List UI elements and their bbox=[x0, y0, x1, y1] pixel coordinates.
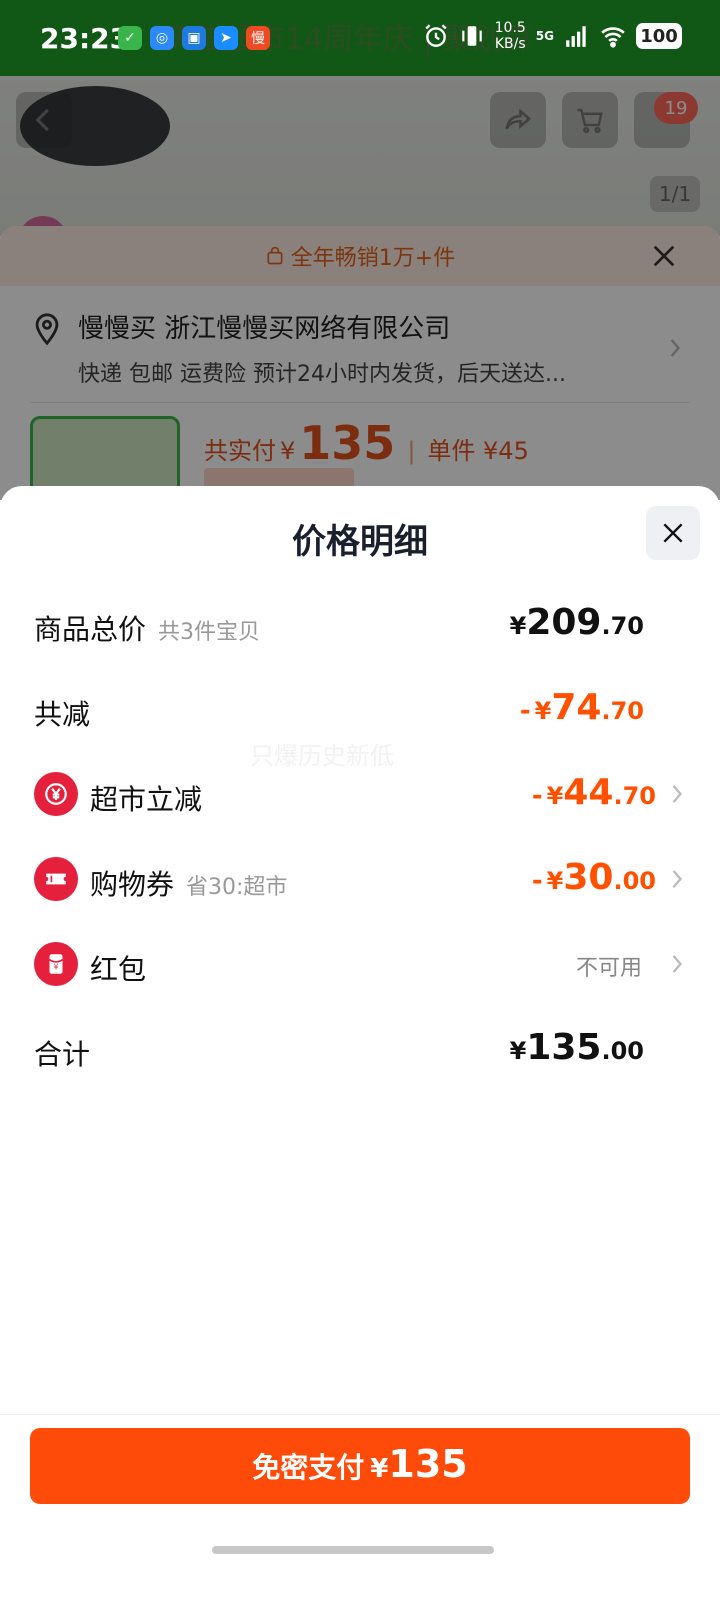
total-reduction-label: 共减 bbox=[34, 698, 91, 731]
subtotal-label: 合计 bbox=[34, 1038, 91, 1071]
goods-total-amount: ¥209.70 bbox=[510, 602, 644, 643]
status-bar: 23:23 ✓ ◎ ▣ ➤ 慢 10.5 KB/s 5G 100 bbox=[0, 0, 720, 76]
coupon-label: 购物券 省30:超市 bbox=[90, 863, 287, 903]
status-time: 23:23 bbox=[40, 22, 130, 55]
vibrate-icon bbox=[461, 26, 482, 46]
minus-sign: - bbox=[531, 866, 543, 896]
price-detail-modal: 价格明细 只爆历史新低 商品总价 共3件宝贝 ¥209.70 共减 - ¥74.70… bbox=[0, 486, 720, 1600]
close-icon bbox=[663, 523, 683, 543]
divider bbox=[0, 1414, 720, 1415]
supermarket-discount-amount: - ¥44.70 bbox=[532, 772, 656, 813]
amount-decimal: .70 bbox=[613, 782, 656, 810]
notification-icons: ✓ ◎ ▣ ➤ 慢 bbox=[118, 26, 270, 50]
home-indicator[interactable] bbox=[212, 1546, 494, 1554]
currency-symbol: ¥ bbox=[546, 782, 564, 810]
amount-decimal: .70 bbox=[601, 697, 644, 725]
goods-total-label: 商品总价 共3件宝贝 bbox=[34, 608, 260, 648]
subtotal-row: 合计 ¥135.00 bbox=[34, 1021, 686, 1081]
amount-integer: 135 bbox=[526, 1027, 602, 1068]
supermarket-discount-label: 超市立减 bbox=[90, 783, 203, 816]
red-packet-label: 红包 bbox=[90, 953, 147, 986]
amount-decimal: .00 bbox=[601, 1037, 644, 1065]
coupon-detail: 省30:超市 bbox=[186, 875, 288, 900]
alarm-icon bbox=[425, 24, 447, 47]
minus-sign: - bbox=[531, 781, 543, 811]
chevron-right-icon bbox=[672, 955, 683, 973]
red-packet-row[interactable]: ¥ 红包 不可用 bbox=[34, 936, 686, 996]
network-speed-value: 10.5 bbox=[494, 20, 526, 36]
chat-icon: ◎ bbox=[150, 26, 174, 50]
minus-sign: - bbox=[519, 696, 531, 726]
modal-title: 价格明细 bbox=[292, 522, 428, 562]
coupon-label-text: 购物券 bbox=[90, 868, 175, 901]
amount-decimal: .00 bbox=[613, 867, 656, 895]
amount-integer: 209 bbox=[526, 602, 602, 643]
chevron-right-icon bbox=[672, 870, 683, 888]
svg-text:¥: ¥ bbox=[54, 962, 59, 971]
wifi-icon bbox=[601, 27, 625, 48]
goods-total-row: 商品总价 共3件宝贝 ¥209.70 bbox=[34, 596, 686, 656]
password-free-pay-button[interactable]: 免密支付 ¥ 135 bbox=[30, 1428, 690, 1504]
coupon-amount: - ¥30.00 bbox=[532, 857, 656, 898]
currency-symbol: ¥ bbox=[509, 612, 527, 640]
status-indicators: 10.5 KB/s 5G 100 bbox=[423, 20, 682, 52]
message-icon: ▣ bbox=[182, 26, 206, 50]
modal-close-button[interactable] bbox=[646, 506, 700, 560]
pay-button-amount: 135 bbox=[388, 1442, 468, 1486]
direction-icon: ➤ bbox=[214, 26, 238, 50]
signal-icon bbox=[566, 26, 586, 47]
red-packet-icon: ¥ bbox=[34, 942, 78, 986]
coupon-row[interactable]: 购物券 省30:超市 - ¥30.00 bbox=[34, 851, 686, 911]
pay-button-currency: ¥ bbox=[370, 1454, 389, 1484]
currency-symbol: ¥ bbox=[546, 867, 564, 895]
amount-integer: 44 bbox=[563, 772, 614, 813]
pay-button-text: 免密支付 bbox=[252, 1451, 365, 1484]
battery-level: 100 bbox=[636, 23, 682, 49]
total-reduction-amount: - ¥74.70 bbox=[520, 687, 644, 728]
amount-decimal: .70 bbox=[601, 612, 644, 640]
currency-symbol: ¥ bbox=[509, 1037, 527, 1065]
network-speed: 10.5 KB/s bbox=[495, 20, 526, 52]
goods-count: 共3件宝贝 bbox=[158, 620, 261, 645]
wechat-like-icon: ✓ bbox=[118, 26, 142, 50]
supermarket-discount-row[interactable]: 超市立减 - ¥44.70 bbox=[34, 766, 686, 826]
subtotal-amount: ¥135.00 bbox=[510, 1027, 644, 1068]
network-type: 5G bbox=[535, 29, 554, 43]
discount-yen-icon bbox=[34, 772, 78, 816]
amount-integer: 74 bbox=[551, 687, 602, 728]
manmanmai-icon: 慢 bbox=[246, 26, 270, 50]
red-packet-status: 不可用 bbox=[575, 956, 642, 981]
goods-total-label-text: 商品总价 bbox=[34, 613, 147, 646]
currency-symbol: ¥ bbox=[534, 697, 552, 725]
total-reduction-row: 共减 - ¥74.70 bbox=[34, 681, 686, 741]
ticket-icon bbox=[34, 857, 78, 901]
chevron-right-icon bbox=[672, 785, 683, 803]
network-speed-unit: KB/s bbox=[494, 36, 526, 52]
amount-integer: 30 bbox=[563, 857, 614, 898]
